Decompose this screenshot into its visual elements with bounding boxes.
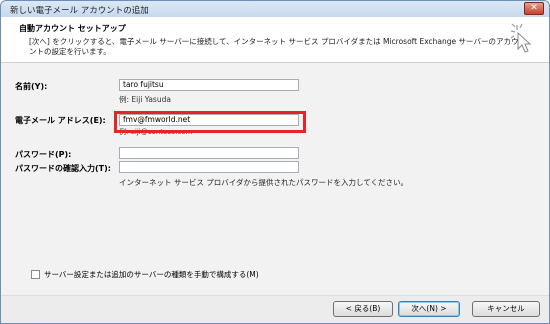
form-area: 名前(Y): taro fujitsu 例: Eiji Yasuda 電子メール… — [1, 63, 549, 295]
next-button[interactable]: 次へ(N) > — [398, 301, 460, 317]
title-bar: 新しい電子メール アカウントの追加 ✕ — [1, 1, 549, 17]
back-button[interactable]: < 戻る(B) — [333, 301, 393, 317]
name-example: 例: Eiji Yasuda — [119, 95, 171, 104]
window-title: 新しい電子メール アカウントの追加 — [10, 6, 149, 16]
manual-config-option[interactable]: サーバー設定または追加のサーバーの種類を手動で構成する(M) — [31, 269, 259, 280]
password-confirm-label: パスワードの確認入力(T): — [15, 164, 111, 173]
cancel-button[interactable]: キャンセル — [472, 301, 540, 317]
password-hint: インターネット サービス プロバイダから提供されたパスワードを入力してください。 — [119, 178, 409, 187]
wizard-cursor-icon — [510, 23, 532, 53]
password-confirm-input[interactable] — [119, 161, 299, 173]
add-account-dialog: 新しい電子メール アカウントの追加 ✕ 自動アカウント セットアップ [次へ] … — [0, 0, 550, 324]
header-description: [次へ] をクリックすると、電子メール サーバーに接続して、インターネット サー… — [29, 37, 519, 56]
name-input[interactable]: taro fujitsu — [119, 79, 299, 91]
header-title: 自動アカウント セットアップ — [19, 24, 126, 33]
dialog-header: 自動アカウント セットアップ [次へ] をクリックすると、電子メール サーバーに… — [1, 17, 549, 63]
email-label: 電子メール アドレス(E): — [15, 116, 106, 125]
manual-config-label: サーバー設定または追加のサーバーの種類を手動で構成する(M) — [44, 270, 259, 279]
manual-config-checkbox[interactable] — [31, 270, 40, 279]
password-input[interactable] — [119, 147, 299, 159]
dialog-footer: < 戻る(B) 次へ(N) > キャンセル — [1, 295, 549, 323]
email-highlight-box — [114, 111, 306, 133]
name-label: 名前(Y): — [15, 82, 48, 91]
close-button[interactable]: ✕ — [524, 2, 544, 15]
password-label: パスワード(P): — [15, 150, 72, 159]
